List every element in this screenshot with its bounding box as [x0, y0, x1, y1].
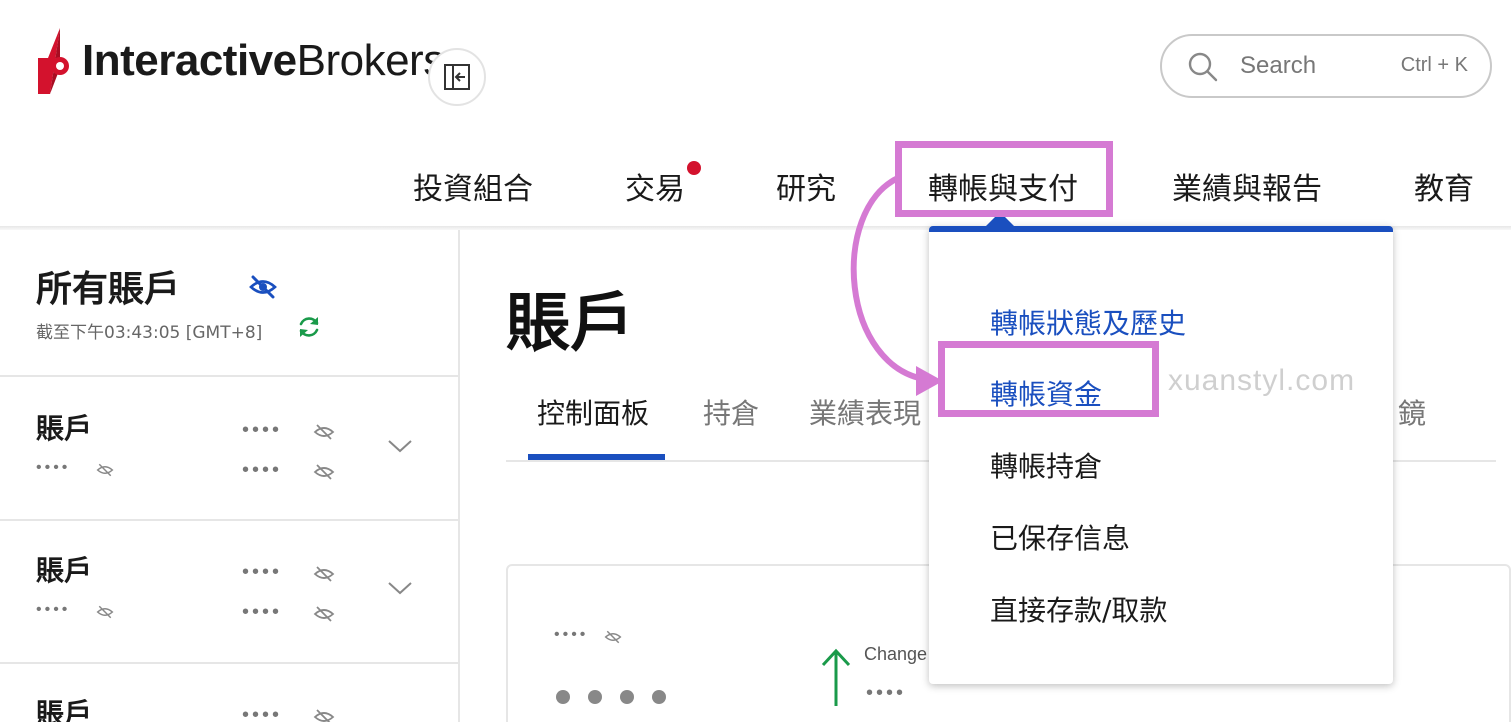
change-value-masked: ••••: [866, 682, 907, 704]
search-shortcut-hint: Ctrl + K: [1400, 54, 1468, 76]
menu-item-transfer-status-history[interactable]: 轉帳狀態及歷史: [990, 302, 1186, 342]
tab-partial-hidden[interactable]: 鏡: [1398, 392, 1426, 432]
nav-item-research[interactable]: 研究: [776, 164, 836, 208]
nav-item-trade[interactable]: 交易: [625, 164, 685, 208]
top-header: InteractiveBrokers Search Ctrl + K 投資組合 …: [0, 0, 1511, 228]
notification-dot: [687, 161, 701, 175]
change-label: Change: [864, 644, 928, 664]
active-tab-indicator: [528, 454, 665, 460]
account-value-masked: ••••: [242, 561, 283, 583]
tab-positions[interactable]: 持倉: [703, 392, 759, 432]
highlight-box-transfer-funds: [938, 341, 1159, 417]
nav-item-portfolio[interactable]: 投資組合: [413, 164, 533, 208]
account-value-masked: ••••: [242, 704, 283, 722]
hidden-eye-icon: [313, 566, 335, 582]
transfer-pay-dropdown: 轉帳狀態及歷史 轉帳資金 轉帳持倉 已保存信息 直接存款/取款: [929, 226, 1393, 684]
main-nav: 投資組合 交易 研究 轉帳與支付 業績與報告 教育: [0, 150, 1511, 220]
account-label: 賬戶: [36, 554, 93, 587]
hidden-eye-icon: [96, 605, 114, 619]
masked-value-dots: [556, 690, 684, 709]
arrow-up-icon: [821, 648, 851, 706]
account-row[interactable]: 賬戶 ••••: [0, 664, 458, 722]
hidden-eye-icon: [313, 606, 335, 622]
hidden-eye-icon: [313, 464, 335, 480]
highlight-box-nav: [895, 141, 1113, 217]
last-updated-time: 截至下午03:43:05 [GMT+8]: [36, 323, 263, 343]
account-row[interactable]: 賬戶 •••• •••• ••••: [0, 377, 458, 519]
account-value-masked: ••••: [242, 459, 283, 481]
sidebar-title: 所有賬戶: [36, 269, 181, 310]
search-icon: [1188, 52, 1218, 82]
account-id-masked: ••••: [36, 459, 71, 476]
tab-performance[interactable]: 業績表現: [809, 392, 921, 432]
hidden-eye-icon: [313, 424, 335, 440]
menu-item-transfer-positions[interactable]: 轉帳持倉: [990, 445, 1102, 485]
brand-logo[interactable]: InteractiveBrokers: [34, 26, 445, 96]
brand-wordmark: InteractiveBrokers: [82, 36, 445, 85]
accounts-sidebar: 所有賬戶 截至下午03:43:05 [GMT+8] 賬戶 •••• •••• •…: [0, 230, 460, 722]
menu-item-direct-deposit-withdrawal[interactable]: 直接存款/取款: [990, 589, 1167, 629]
hidden-eye-icon: [96, 463, 114, 477]
collapse-sidebar-button[interactable]: [428, 48, 486, 106]
refresh-icon[interactable]: [296, 314, 322, 340]
chevron-down-icon[interactable]: [386, 437, 414, 455]
search-box[interactable]: Search Ctrl + K: [1160, 34, 1492, 98]
ib-logo-icon: [38, 28, 69, 94]
search-placeholder: Search: [1240, 52, 1317, 79]
hidden-eye-icon: [313, 709, 335, 722]
account-label: 賬戶: [36, 412, 93, 445]
page-title: 賬戶: [506, 287, 634, 361]
card-label-masked: ••••: [554, 626, 589, 643]
account-row[interactable]: 賬戶 •••• •••• ••••: [0, 521, 458, 663]
nav-item-education[interactable]: 教育: [1414, 164, 1474, 208]
tab-dashboard[interactable]: 控制面板: [537, 392, 649, 432]
hide-values-icon[interactable]: [248, 272, 278, 302]
account-value-masked: ••••: [242, 419, 283, 441]
account-value-masked: ••••: [242, 601, 283, 623]
nav-item-performance-reports[interactable]: 業績與報告: [1172, 164, 1322, 208]
collapse-left-icon: [444, 64, 470, 90]
chevron-down-icon[interactable]: [386, 579, 414, 597]
hidden-eye-icon: [604, 630, 622, 644]
account-id-masked: ••••: [36, 601, 71, 618]
menu-item-saved-info[interactable]: 已保存信息: [990, 517, 1130, 557]
account-label: 賬戶: [36, 697, 93, 722]
watermark: xuanstyl.com: [1168, 364, 1356, 397]
